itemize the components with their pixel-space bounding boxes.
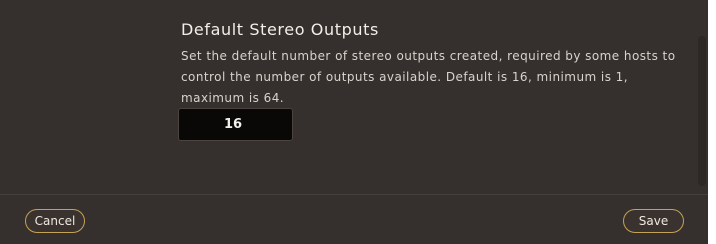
stereo-outputs-input[interactable]: 16 bbox=[178, 108, 293, 141]
setting-title: Default Stereo Outputs bbox=[181, 20, 379, 39]
save-button[interactable]: Save bbox=[623, 209, 684, 233]
setting-description: Set the default number of stereo outputs… bbox=[181, 49, 676, 105]
cancel-button[interactable]: Cancel bbox=[25, 209, 85, 233]
settings-dialog: Default Stereo Outputs Set the default n… bbox=[0, 0, 708, 244]
footer-divider bbox=[0, 194, 708, 195]
scrollbar[interactable] bbox=[698, 36, 706, 186]
